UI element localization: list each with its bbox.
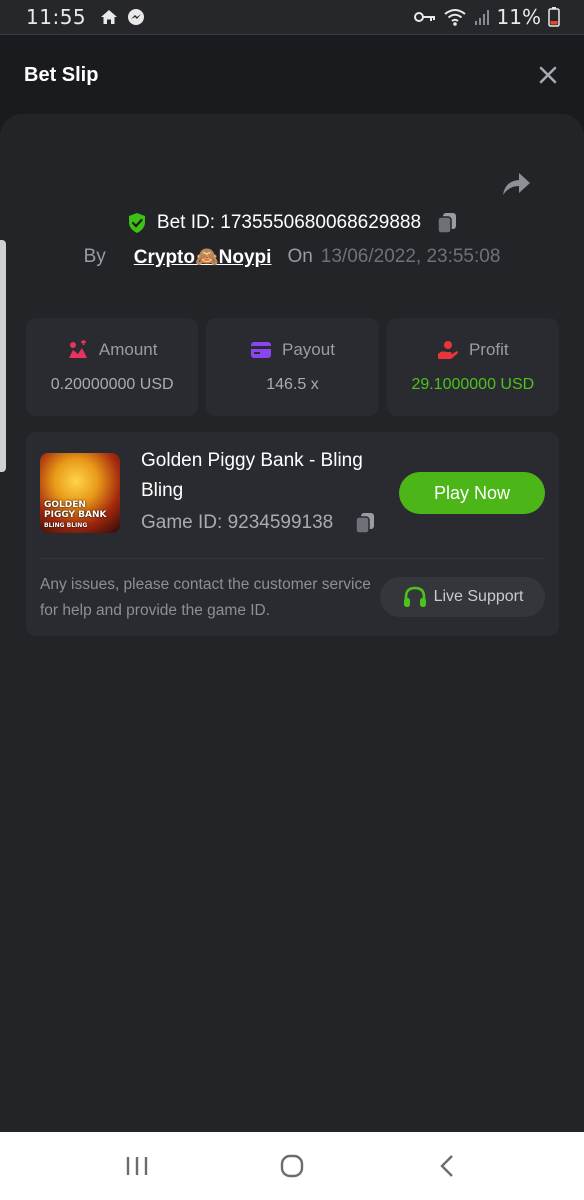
headset-icon bbox=[403, 586, 426, 607]
stat-profit-label: Profit bbox=[468, 340, 509, 359]
profit-hand-icon bbox=[437, 341, 458, 359]
stat-payout-head: Payout bbox=[250, 340, 335, 360]
bet-slip-header: Bet Slip bbox=[0, 36, 584, 114]
on-label: On bbox=[287, 246, 313, 267]
status-time: 11:55 bbox=[26, 5, 87, 29]
share-icon[interactable] bbox=[500, 168, 532, 198]
stat-amount-value: 0.20000000 USD bbox=[50, 376, 174, 393]
status-bar: 11:55 11% bbox=[0, 0, 584, 35]
by-label: By bbox=[83, 246, 106, 267]
game-id-row: Game ID: 9234599138 bbox=[141, 512, 375, 534]
game-thumbnail[interactable]: GOLDEN PIGGY BANK BLING BLING bbox=[40, 453, 120, 533]
stat-payout-label: Payout bbox=[282, 340, 335, 359]
signal-icon bbox=[474, 10, 489, 25]
battery-icon bbox=[548, 7, 560, 27]
game-thumbnail-subtitle: BLING BLING bbox=[44, 522, 88, 529]
stat-profit-value: 29.1000000 USD bbox=[411, 376, 535, 393]
play-now-button[interactable]: Play Now bbox=[399, 472, 545, 514]
recent-apps-button[interactable] bbox=[117, 1146, 157, 1186]
bet-meta-row: By Crypto🙈Noypi On 13/06/2022, 23:55:08 bbox=[0, 242, 584, 272]
card-icon bbox=[251, 342, 272, 358]
amount-icon bbox=[68, 340, 87, 358]
recent-apps-icon bbox=[127, 1157, 148, 1175]
side-scroll-handle[interactable] bbox=[0, 240, 6, 472]
game-name: Golden Piggy Bank - Bling Bling bbox=[141, 450, 363, 501]
status-right-icons: 11% bbox=[413, 5, 560, 29]
stat-profit: Profit 29.1000000 USD bbox=[386, 318, 559, 416]
close-icon[interactable] bbox=[536, 63, 560, 87]
screen: 11:55 11% Bet Slip Bet ID: 1735550680068… bbox=[0, 0, 584, 1200]
stat-payout-value: 146.5 x bbox=[266, 376, 319, 393]
back-chevron-icon bbox=[439, 1155, 453, 1177]
battery-percent: 11% bbox=[496, 5, 541, 29]
game-card: GOLDEN PIGGY BANK BLING BLING Golden Pigg… bbox=[26, 432, 559, 636]
verified-shield-icon bbox=[128, 213, 145, 233]
username-link[interactable]: Crypto🙈Noypi bbox=[134, 245, 272, 269]
stat-amount: Amount 0.20000000 USD bbox=[26, 318, 199, 416]
messenger-icon bbox=[128, 9, 145, 25]
system-nav-bar bbox=[0, 1132, 584, 1200]
game-id: Game ID: 9234599138 bbox=[141, 512, 334, 533]
live-support-label: Live Support bbox=[433, 588, 524, 605]
wifi-icon bbox=[443, 9, 466, 26]
game-thumbnail-title: GOLDEN PIGGY BANK BLING BLING bbox=[44, 500, 120, 531]
bet-id-row: Bet ID: 1735550680068629888 bbox=[0, 206, 584, 240]
back-button[interactable] bbox=[427, 1146, 467, 1186]
stat-amount-label: Amount bbox=[98, 340, 158, 359]
copy-game-id-icon[interactable] bbox=[355, 512, 375, 534]
home-circle-icon bbox=[280, 1154, 304, 1178]
bet-stats: Amount 0.20000000 USD Payout 146.5 x Pro… bbox=[26, 318, 559, 416]
home-icon bbox=[101, 10, 118, 24]
support-message: Any issues, please contact the customer … bbox=[40, 576, 371, 619]
stat-profit-head: Profit bbox=[437, 340, 509, 360]
live-support-button[interactable]: Live Support bbox=[380, 577, 545, 617]
bet-id: Bet ID: 1735550680068629888 bbox=[156, 212, 422, 233]
vpn-key-icon bbox=[413, 12, 435, 22]
copy-icon[interactable] bbox=[437, 212, 457, 234]
stat-amount-head: Amount bbox=[67, 340, 158, 360]
home-button[interactable] bbox=[272, 1146, 312, 1186]
divider bbox=[40, 558, 545, 559]
status-left-icons bbox=[100, 8, 145, 26]
page-title: Bet Slip bbox=[24, 63, 99, 86]
bet-date: 13/06/2022, 23:55:08 bbox=[320, 246, 501, 267]
stat-payout: Payout 146.5 x bbox=[206, 318, 379, 416]
